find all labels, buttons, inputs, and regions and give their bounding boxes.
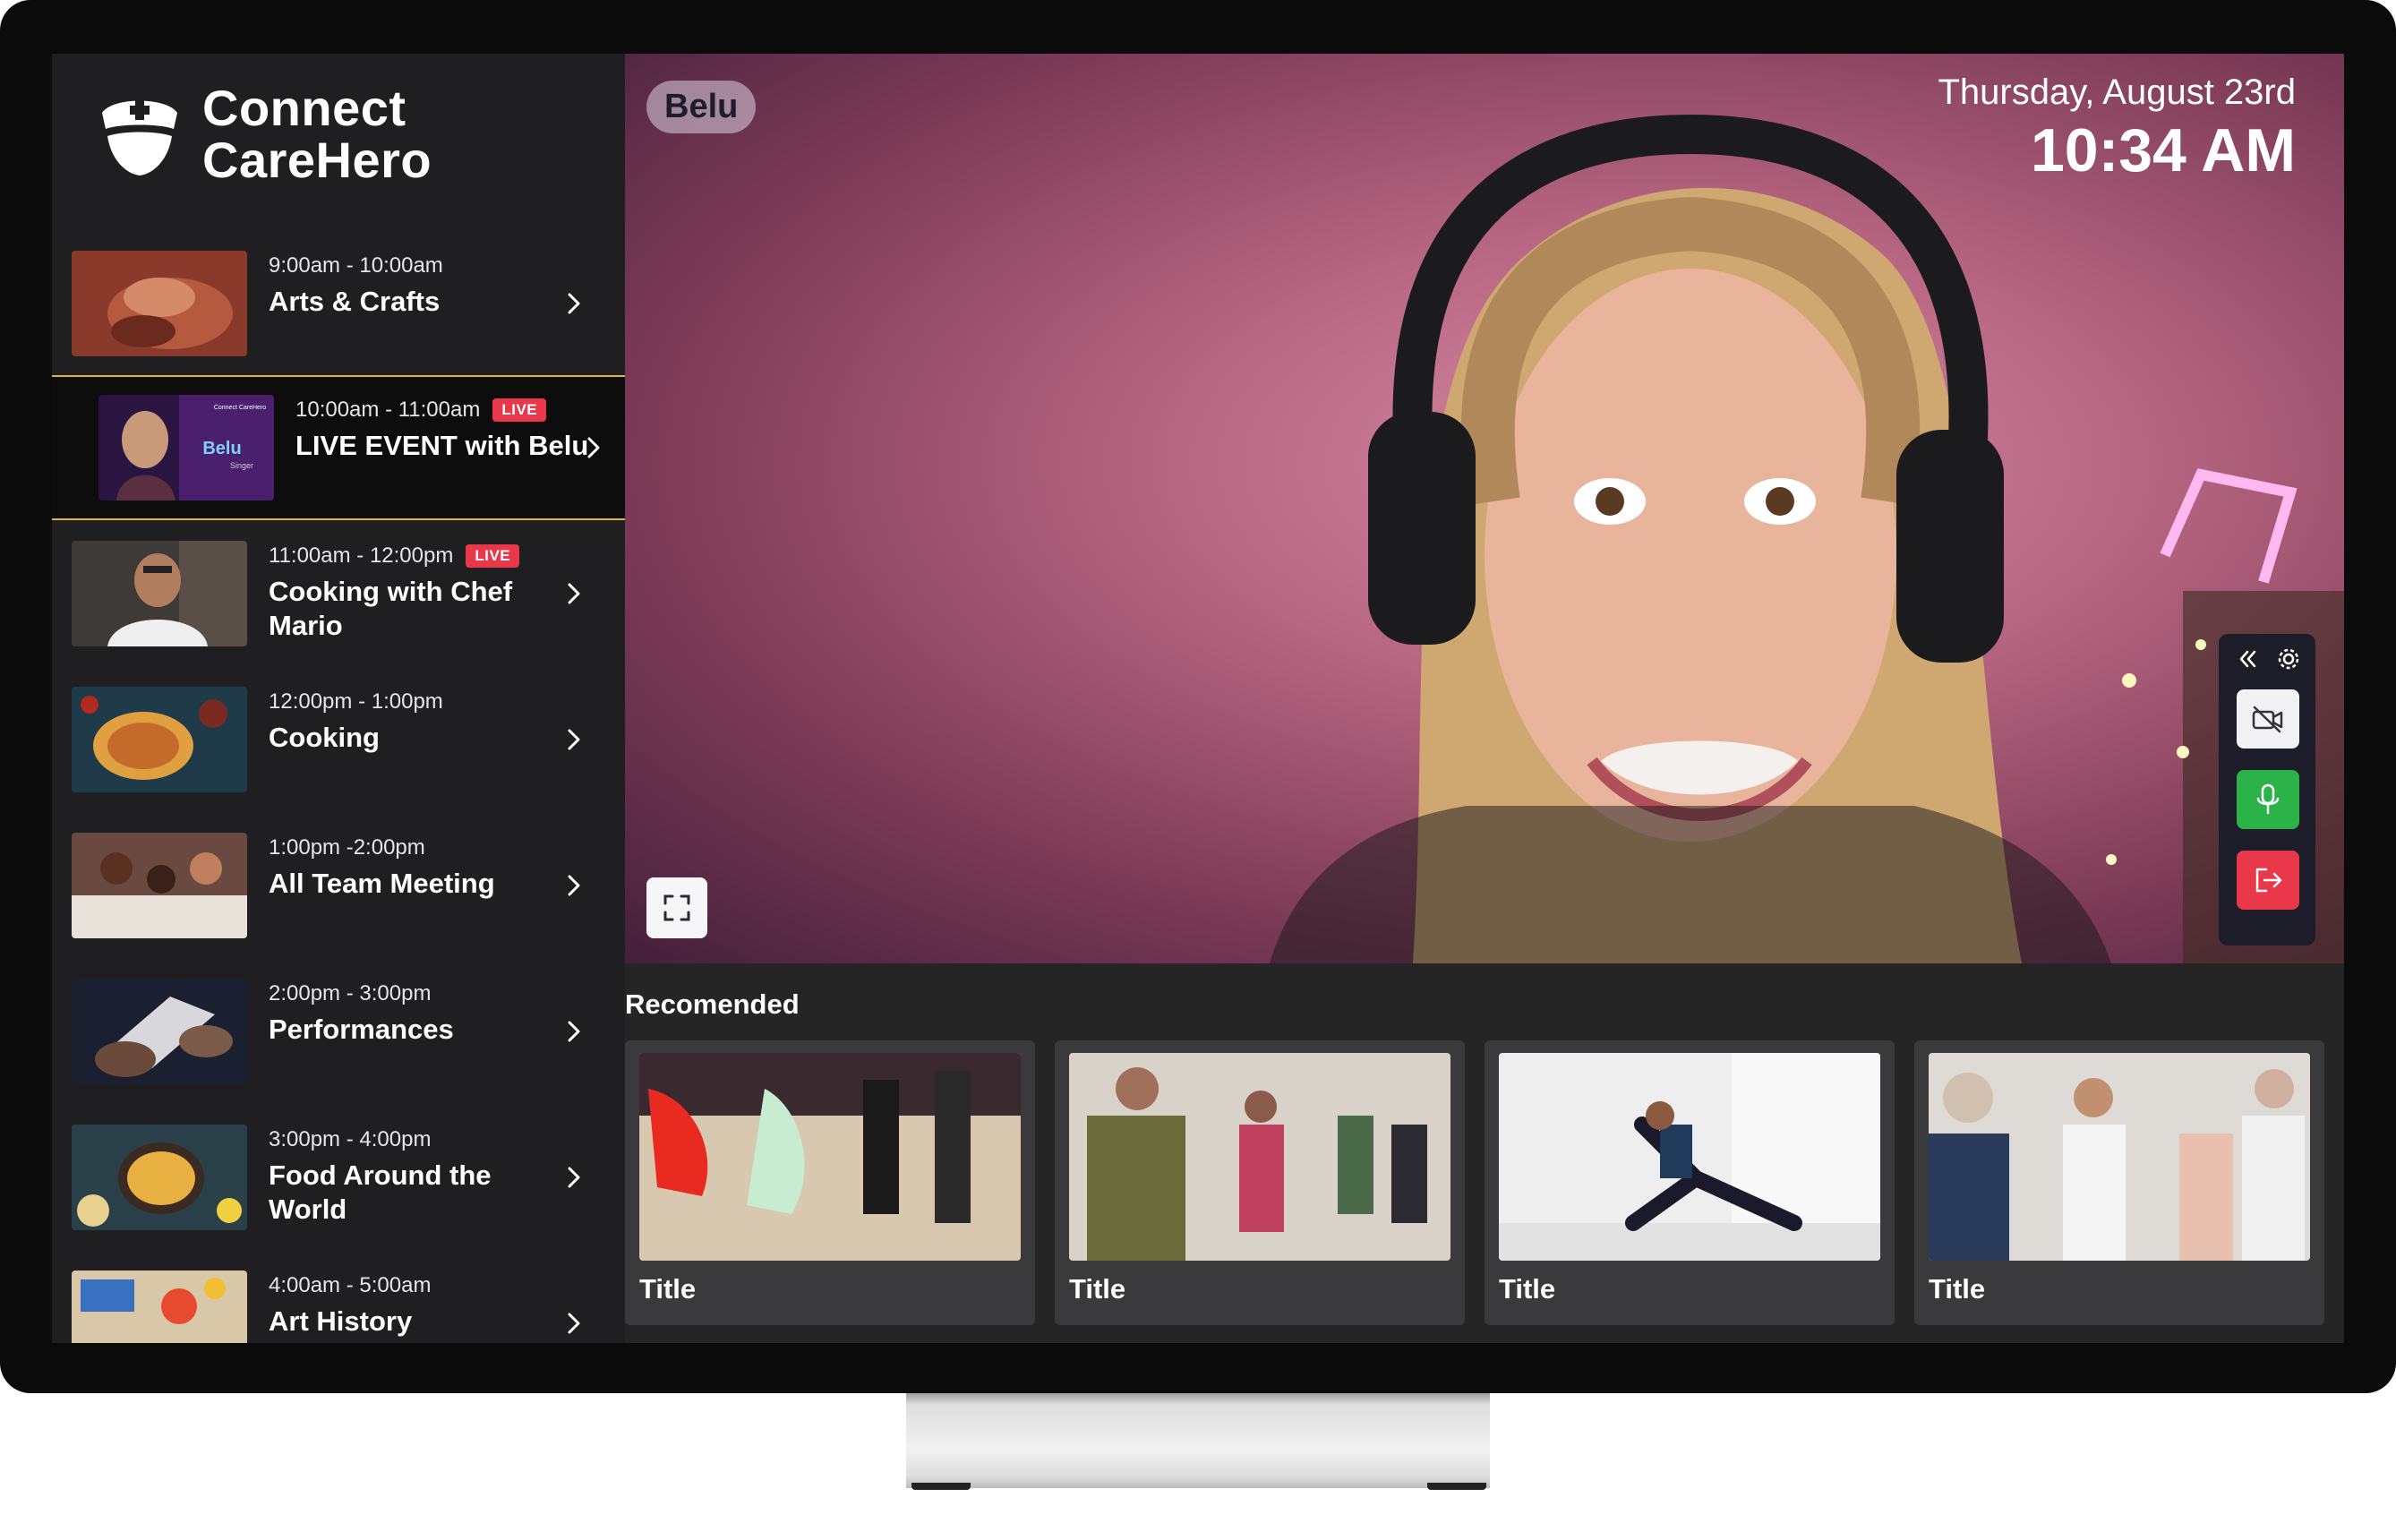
schedule-thumbnail: [72, 251, 247, 356]
fullscreen-icon: [663, 894, 690, 921]
recommended-card[interactable]: Title: [625, 1040, 1035, 1325]
chevron-right-icon: [568, 875, 580, 896]
schedule-item-cooking-chef-mario[interactable]: 11:00am - 12:00pm LIVE Cooking with Chef…: [52, 521, 625, 664]
date-time-display: Thursday, August 23rd 10:34 AM: [1938, 70, 2297, 186]
schedule-title: LIVE EVENT with Belu: [295, 430, 589, 461]
schedule-title: Cooking with Chef Mario: [269, 576, 513, 641]
leave-icon: [2255, 868, 2282, 893]
schedule-time: 2:00pm - 3:00pm: [269, 981, 432, 1005]
schedule-thumbnail: [72, 541, 247, 646]
schedule-meta: 1:00pm -2:00pm All Team Meeting: [269, 833, 564, 901]
live-badge: LIVE: [466, 544, 520, 568]
schedule-title: Art History: [269, 1305, 413, 1337]
schedule-meta: 12:00pm - 1:00pm Cooking: [269, 687, 564, 755]
recommended-card[interactable]: Title: [1055, 1040, 1465, 1325]
thumb-brand: Connect CareHero: [214, 405, 266, 411]
logo-wordmark: Connect CareHero: [202, 82, 432, 186]
schedule-thumbnail: Belu Singer Connect CareHero: [98, 395, 274, 500]
card-thumbnail: [1499, 1053, 1880, 1261]
fullscreen-button[interactable]: [646, 877, 707, 938]
card-thumbnail: [639, 1053, 1021, 1261]
chevron-right-icon: [568, 293, 580, 314]
sidebar: Connect CareHero 9:00am - 10:00am Arts &…: [52, 54, 636, 1343]
schedule-meta: 4:00am - 5:00am Art History: [269, 1270, 564, 1339]
chevron-right-icon: [587, 437, 600, 458]
schedule-meta: 2:00pm - 3:00pm Performances: [269, 979, 564, 1047]
thumb-sublabel: Singer: [230, 461, 253, 470]
schedule-thumbnail: [72, 833, 247, 938]
schedule-item-art-history[interactable]: 4:00am - 5:00am Art History: [52, 1251, 625, 1343]
schedule-item-food-around-world[interactable]: 3:00pm - 4:00pm Food Around the World: [52, 1105, 625, 1248]
logo: Connect CareHero: [97, 82, 432, 186]
current-time: 10:34 AM: [2030, 116, 2296, 184]
logo-line-1: Connect: [202, 80, 406, 136]
settings-icon[interactable]: [2276, 646, 2301, 672]
card-thumbnail: [1069, 1053, 1450, 1261]
chevron-right-icon: [568, 1021, 580, 1042]
schedule-time: 4:00am - 5:00am: [269, 1273, 432, 1297]
schedule-item-all-team-meeting[interactable]: 1:00pm -2:00pm All Team Meeting: [52, 813, 625, 956]
chevron-right-icon: [568, 583, 580, 604]
schedule-item-cooking[interactable]: 12:00pm - 1:00pm Cooking: [52, 667, 625, 810]
chevron-right-icon: [568, 1167, 580, 1188]
camera-toggle-button[interactable]: [2237, 689, 2299, 749]
schedule-title: Arts & Crafts: [269, 286, 441, 317]
live-video-feed[interactable]: Belu Thursday, August 23rd 10:34 AM: [625, 54, 2344, 963]
live-badge: LIVE: [492, 398, 547, 422]
schedule-item-live-event-belu[interactable]: Belu Singer Connect CareHero 10:00am - 1…: [52, 375, 636, 520]
schedule-thumbnail: [72, 1125, 247, 1230]
thumb-label: Belu: [202, 439, 241, 458]
presenter-name-pill: Belu: [646, 81, 757, 133]
recommended-card[interactable]: Title: [1914, 1040, 2324, 1325]
leave-call-button[interactable]: [2237, 851, 2299, 910]
schedule-thumbnail: [72, 979, 247, 1084]
app-screen: Connect CareHero 9:00am - 10:00am Arts &…: [52, 54, 2344, 1343]
schedule-title: Cooking: [269, 722, 380, 753]
schedule-thumbnail: [72, 1270, 247, 1343]
collapse-icon[interactable]: [2235, 646, 2260, 672]
schedule-meta: 11:00am - 12:00pm LIVE Cooking with Chef…: [269, 541, 564, 643]
schedule-thumbnail: [72, 687, 247, 792]
schedule-title: Performances: [269, 1014, 454, 1045]
microphone-toggle-button[interactable]: [2237, 770, 2299, 829]
presenter-video-image: [1270, 114, 2344, 963]
schedule-meta: 3:00pm - 4:00pm Food Around the World: [269, 1125, 564, 1227]
current-date: Thursday, August 23rd: [1938, 73, 2297, 112]
schedule-meta: 9:00am - 10:00am Arts & Crafts: [269, 251, 564, 319]
card-title: Title: [639, 1273, 697, 1305]
schedule-time: 1:00pm -2:00pm: [269, 835, 425, 860]
schedule-item-arts-crafts[interactable]: 9:00am - 10:00am Arts & Crafts: [52, 231, 625, 374]
schedule-time: 12:00pm - 1:00pm: [269, 689, 443, 714]
recommended-card[interactable]: Title: [1485, 1040, 1895, 1325]
logo-line-2: CareHero: [202, 132, 432, 188]
card-title: Title: [1929, 1273, 1986, 1305]
recommended-heading: Recomended: [625, 988, 800, 1020]
call-controls-panel: [2219, 634, 2315, 945]
chevron-right-icon: [568, 729, 580, 750]
nurse-cap-logo-icon: [102, 100, 177, 175]
schedule-meta: 10:00am - 11:00am LIVE LIVE EVENT with B…: [295, 395, 591, 463]
camera-off-icon: [2252, 706, 2283, 733]
microphone-icon: [2256, 783, 2280, 815]
stand-foot: [911, 1483, 971, 1490]
card-thumbnail: [1929, 1053, 2310, 1261]
stand-foot: [1427, 1483, 1486, 1490]
card-title: Title: [1499, 1273, 1556, 1305]
schedule-item-performances[interactable]: 2:00pm - 3:00pm Performances: [52, 959, 625, 1102]
schedule-time: 3:00pm - 4:00pm: [269, 1127, 432, 1151]
schedule-time: 10:00am - 11:00am: [295, 398, 481, 422]
schedule-time: 9:00am - 10:00am: [269, 253, 443, 278]
schedule-title: Food Around the World: [269, 1159, 492, 1225]
schedule-title: All Team Meeting: [269, 868, 495, 899]
schedule-time: 11:00am - 12:00pm: [269, 543, 454, 568]
monitor-stand-base: [906, 1474, 1490, 1488]
card-title: Title: [1069, 1273, 1126, 1305]
chevron-right-icon: [568, 1313, 580, 1334]
